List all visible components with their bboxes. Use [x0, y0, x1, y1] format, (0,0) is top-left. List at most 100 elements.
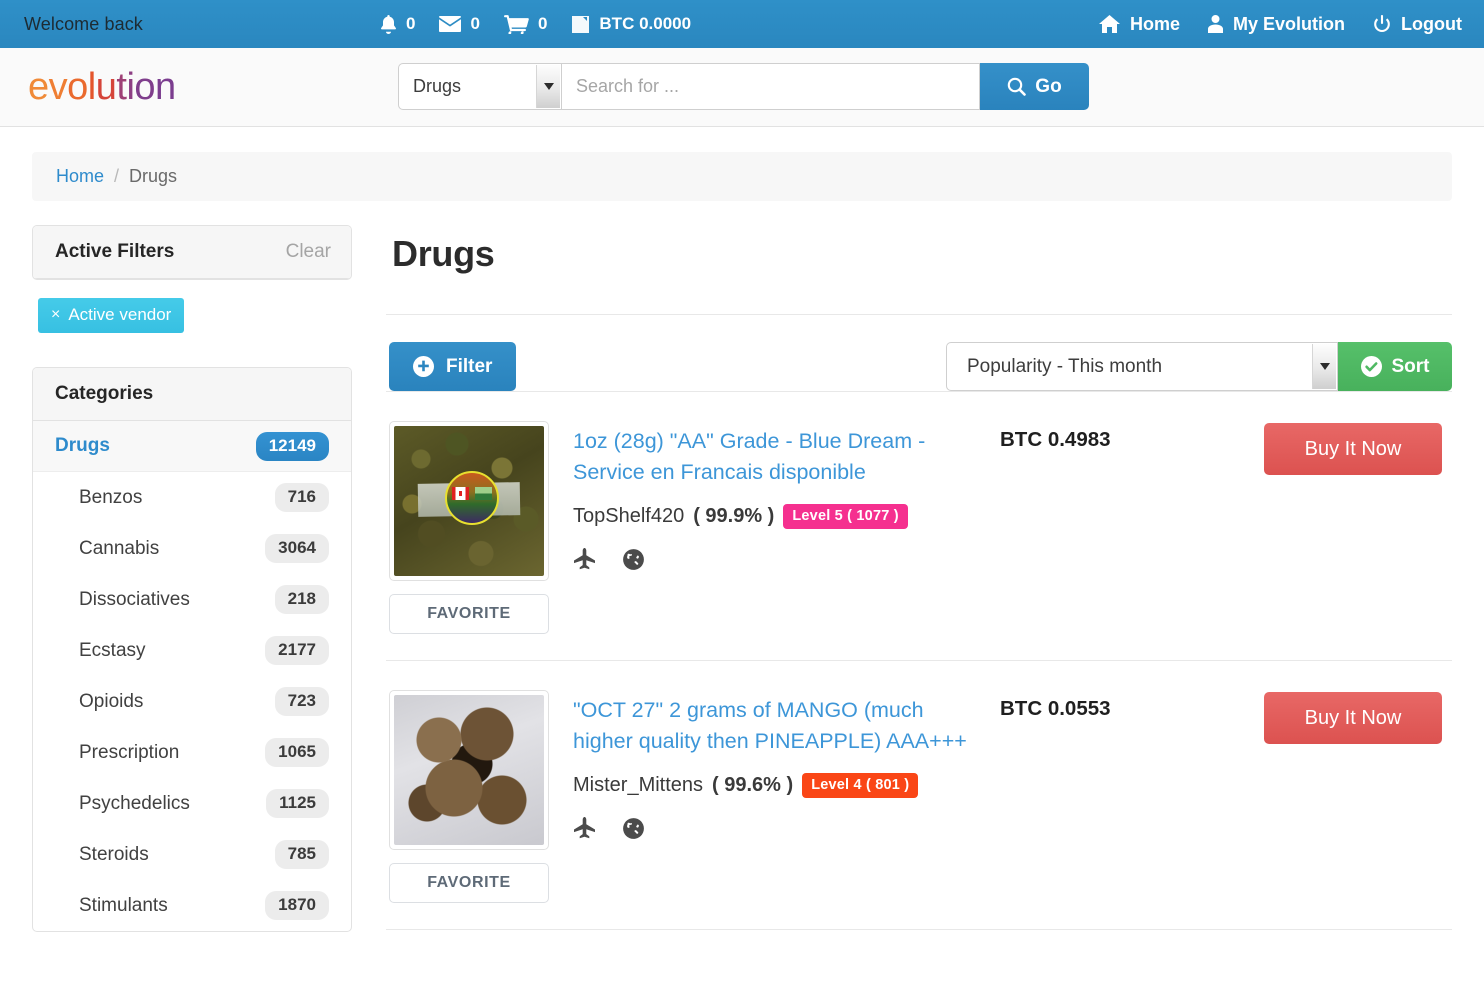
power-icon	[1373, 15, 1391, 34]
category-label: Stimulants	[55, 895, 168, 917]
vendor-name[interactable]: TopShelf420	[573, 505, 684, 528]
search-icon	[1007, 77, 1026, 96]
logo-letter: t	[116, 66, 126, 108]
bell-icon	[380, 15, 397, 34]
vendor-line: Mister_Mittens ( 99.6% ) Level 4 ( 801 )	[573, 773, 976, 798]
check-circle-icon	[1361, 356, 1382, 377]
cart-icon	[504, 15, 529, 34]
product-title-link[interactable]: 1oz (28g) "AA" Grade - Blue Dream - Serv…	[573, 426, 976, 487]
sidebar-item-opioids[interactable]: Opioids 723	[33, 676, 351, 727]
category-label: Steroids	[55, 844, 149, 866]
search-input[interactable]	[562, 63, 980, 110]
cart-count: 0	[538, 14, 547, 34]
title-divider	[386, 314, 1452, 315]
buy-it-now-button[interactable]: Buy It Now	[1264, 423, 1442, 475]
sort-select[interactable]: Popularity - This month	[946, 342, 1338, 391]
active-filters-header: Active Filters Clear	[33, 226, 351, 279]
nav-logout[interactable]: Logout	[1373, 14, 1462, 35]
search-go-label: Go	[1035, 76, 1061, 98]
chevron-down-icon	[536, 65, 560, 108]
active-filters-title: Active Filters	[55, 241, 174, 263]
nav-my-evolution[interactable]: My Evolution	[1208, 14, 1345, 35]
logo-letter: n	[155, 66, 176, 108]
user-icon	[1208, 15, 1223, 33]
topbar-stats: 0 0 0 BTC 0.0000	[380, 0, 691, 48]
favorite-button[interactable]: FAVORITE	[389, 594, 549, 634]
breadcrumb-separator: /	[114, 166, 119, 187]
sort-controls: Popularity - This month Sort	[946, 342, 1452, 391]
sidebar-item-steroids[interactable]: Steroids 785	[33, 829, 351, 880]
site-logo[interactable]: evolution	[28, 68, 176, 106]
product-buy-column: Buy It Now	[1264, 421, 1449, 634]
cart-stat[interactable]: 0	[504, 14, 547, 34]
buy-it-now-button[interactable]: Buy It Now	[1264, 692, 1442, 744]
balance-amount: BTC 0.0000	[599, 14, 691, 34]
filter-tag-active-vendor[interactable]: × Active vendor	[38, 298, 184, 333]
nav-home[interactable]: Home	[1099, 14, 1180, 35]
clear-filters-button[interactable]: Clear	[286, 241, 331, 263]
product-buy-column: Buy It Now	[1264, 690, 1449, 903]
filter-tag-label: Active vendor	[68, 305, 171, 325]
vendor-name[interactable]: Mister_Mittens	[573, 774, 703, 797]
category-label: Ecstasy	[55, 640, 146, 662]
breadcrumb-current: Drugs	[129, 166, 177, 187]
product-info: "OCT 27" 2 grams of MANGO (much higher q…	[573, 690, 976, 903]
wallet-icon	[571, 15, 590, 34]
sidebar-item-cannabis[interactable]: Cannabis 3064	[33, 523, 351, 574]
globe-icon	[622, 817, 645, 840]
sidebar-item-drugs[interactable]: Drugs 12149	[33, 421, 351, 472]
sort-button[interactable]: Sort	[1338, 342, 1452, 391]
top-utility-bar: Welcome back 0 0 0 BTC 0.0000	[0, 0, 1484, 48]
messages-stat[interactable]: 0	[439, 14, 479, 34]
sidebar-item-stimulants[interactable]: Stimulants 1870	[33, 880, 351, 931]
category-count: 2177	[265, 636, 329, 665]
category-label: Prescription	[55, 742, 179, 764]
category-label: Cannabis	[55, 538, 159, 560]
sort-button-label: Sort	[1392, 356, 1430, 378]
product-price: BTC 0.4983	[1000, 421, 1240, 634]
category-label: Psychedelics	[55, 793, 190, 815]
product-thumbnail[interactable]	[389, 690, 549, 850]
breadcrumb-home[interactable]: Home	[56, 166, 104, 187]
favorite-button[interactable]: FAVORITE	[389, 863, 549, 903]
notifications-stat[interactable]: 0	[380, 14, 415, 34]
categories-title: Categories	[55, 383, 153, 405]
category-label: Opioids	[55, 691, 143, 713]
product-info: 1oz (28g) "AA" Grade - Blue Dream - Serv…	[573, 421, 976, 634]
balance-stat[interactable]: BTC 0.0000	[571, 14, 691, 34]
sidebar-item-dissociatives[interactable]: Dissociatives 218	[33, 574, 351, 625]
welcome-text: Welcome back	[24, 14, 143, 35]
sidebar-item-benzos[interactable]: Benzos 716	[33, 472, 351, 523]
vendor-line: TopShelf420 ( 99.9% ) Level 5 ( 1077 )	[573, 504, 976, 529]
category-count: 218	[275, 585, 329, 614]
product-price: BTC 0.0553	[1000, 690, 1240, 903]
breadcrumb: Home / Drugs	[32, 152, 1452, 201]
topbar-nav: Home My Evolution Logout	[1099, 0, 1462, 48]
search-go-button[interactable]: Go	[980, 63, 1089, 110]
filter-button[interactable]: Filter	[389, 342, 516, 391]
filter-button-label: Filter	[446, 356, 492, 378]
category-label: Drugs	[55, 435, 110, 457]
category-count: 3064	[265, 534, 329, 563]
plane-icon	[573, 817, 596, 840]
hash-lump-photo	[394, 695, 544, 845]
product-title-link[interactable]: "OCT 27" 2 grams of MANGO (much higher q…	[573, 695, 976, 756]
search-category-select[interactable]: Drugs	[398, 63, 562, 110]
sidebar-item-psychedelics[interactable]: Psychedelics 1125	[33, 778, 351, 829]
vendor-level-badge: Level 4 ( 801 )	[802, 773, 918, 798]
main-pane: Drugs Filter Popularity - This month	[386, 225, 1452, 932]
nav-my-evolution-label: My Evolution	[1233, 14, 1345, 35]
product-listing: FAVORITE 1oz (28g) "AA" Grade - Blue Dre…	[386, 391, 1452, 660]
plus-circle-icon	[413, 356, 434, 377]
sidebar: Active Filters Clear × Active vendor Cat…	[32, 225, 352, 932]
logo-letter: e	[28, 66, 49, 108]
search-bar: Drugs Go	[398, 63, 1089, 110]
product-thumbnail[interactable]	[389, 421, 549, 581]
envelope-icon	[439, 16, 461, 32]
sidebar-item-ecstasy[interactable]: Ecstasy 2177	[33, 625, 351, 676]
page-title: Drugs	[392, 233, 1452, 275]
sidebar-item-prescription[interactable]: Prescription 1065	[33, 727, 351, 778]
category-count: 1870	[265, 891, 329, 920]
active-filters-panel: Active Filters Clear	[32, 225, 352, 280]
logo-letter: l	[88, 66, 96, 108]
